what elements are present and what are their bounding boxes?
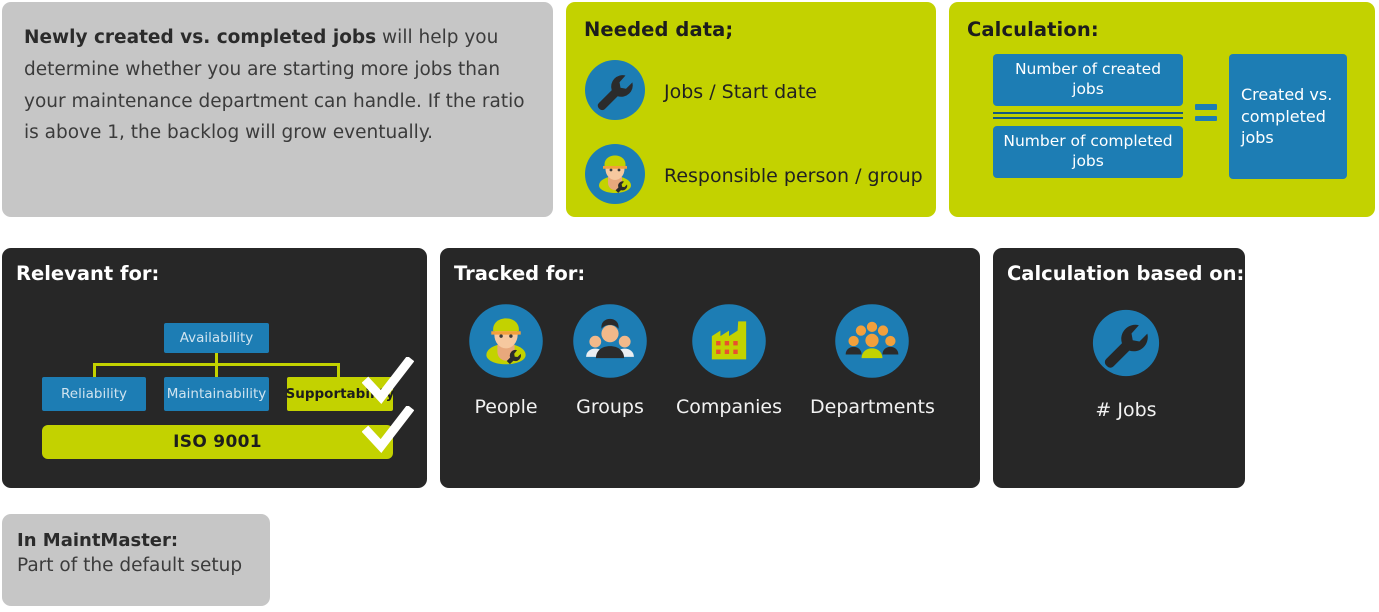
tracked-item-departments: Departments (810, 303, 935, 418)
calculation-formula: Number of created jobs Number of complet… (967, 54, 1375, 189)
tracked-item-people: People (468, 303, 544, 418)
availability-tree-diagram: Availability Reliability Maintainability… (16, 299, 427, 479)
needed-data-title: Needed data; (584, 18, 734, 41)
tree-connector-right (337, 363, 340, 378)
tracked-item-label: Companies (676, 396, 783, 418)
tracked-item-label: Groups (576, 396, 644, 418)
tracked-for-items: People Groups Companies Departments (454, 303, 980, 418)
fraction-bar (993, 112, 1183, 119)
in-maintmaster-title: In MaintMaster: (17, 530, 179, 551)
tracked-for-card: Tracked for: People Groups Companies Dep… (440, 248, 980, 488)
group-people-icon (572, 303, 648, 383)
description-card: Newly created vs. completed jobs will he… (2, 2, 553, 217)
departments-people-icon (834, 303, 910, 383)
worker-person-icon (584, 143, 646, 209)
tree-node-maintainability: Maintainability (164, 377, 269, 411)
factory-icon (691, 303, 767, 383)
tree-node-supportability: Supportability (286, 377, 394, 411)
tree-node-reliability: Reliability (42, 377, 146, 411)
needed-data-item: Responsible person / group (584, 143, 936, 209)
in-maintmaster-subtitle: Part of the default setup (17, 555, 243, 576)
formula-result-box: Created vs. completed jobs (1229, 54, 1347, 179)
wrench-icon (584, 59, 646, 125)
formula-denominator-box: Number of completed jobs (993, 126, 1183, 178)
needed-data-item: Jobs / Start date (584, 59, 936, 125)
wrench-circle-icon (1088, 305, 1164, 385)
description-bold-lead: Newly created vs. completed jobs (24, 27, 377, 48)
tracked-item-label: People (474, 396, 538, 418)
needed-data-card: Needed data; Jobs / Start date Responsib… (566, 2, 936, 217)
formula-numerator-box: Number of created jobs (993, 54, 1183, 106)
worker-person-icon (468, 303, 544, 383)
tree-connector-left (93, 363, 96, 378)
calculation-based-on-title: Calculation based on: (1007, 262, 1245, 285)
needed-data-item-label: Responsible person / group (664, 165, 923, 187)
calculation-card: Calculation: Number of created jobs Numb… (949, 2, 1375, 217)
description-text: Newly created vs. completed jobs will he… (24, 22, 527, 149)
iso-standard-badge: ISO 9001 (42, 425, 393, 459)
tracked-item-companies: Companies (676, 303, 782, 418)
equals-sign-icon (1195, 104, 1217, 126)
tracked-item-label: Departments (810, 396, 935, 418)
calculation-based-on-card: Calculation based on: # Jobs (993, 248, 1245, 488)
calculation-based-on-label: # Jobs (1095, 399, 1157, 421)
calculation-based-on-body: # Jobs (1007, 305, 1245, 421)
tracked-item-groups: Groups (572, 303, 648, 418)
calculation-title: Calculation: (967, 18, 1099, 41)
tree-node-availability: Availability (164, 323, 269, 353)
relevant-for-card: Relevant for: Availability Reliability M… (2, 248, 427, 488)
in-maintmaster-card: In MaintMaster: Part of the default setu… (2, 514, 270, 606)
tree-connector-middle (215, 363, 218, 378)
needed-data-item-label: Jobs / Start date (664, 81, 817, 103)
tracked-for-title: Tracked for: (454, 262, 586, 285)
relevant-for-title: Relevant for: (16, 262, 160, 285)
